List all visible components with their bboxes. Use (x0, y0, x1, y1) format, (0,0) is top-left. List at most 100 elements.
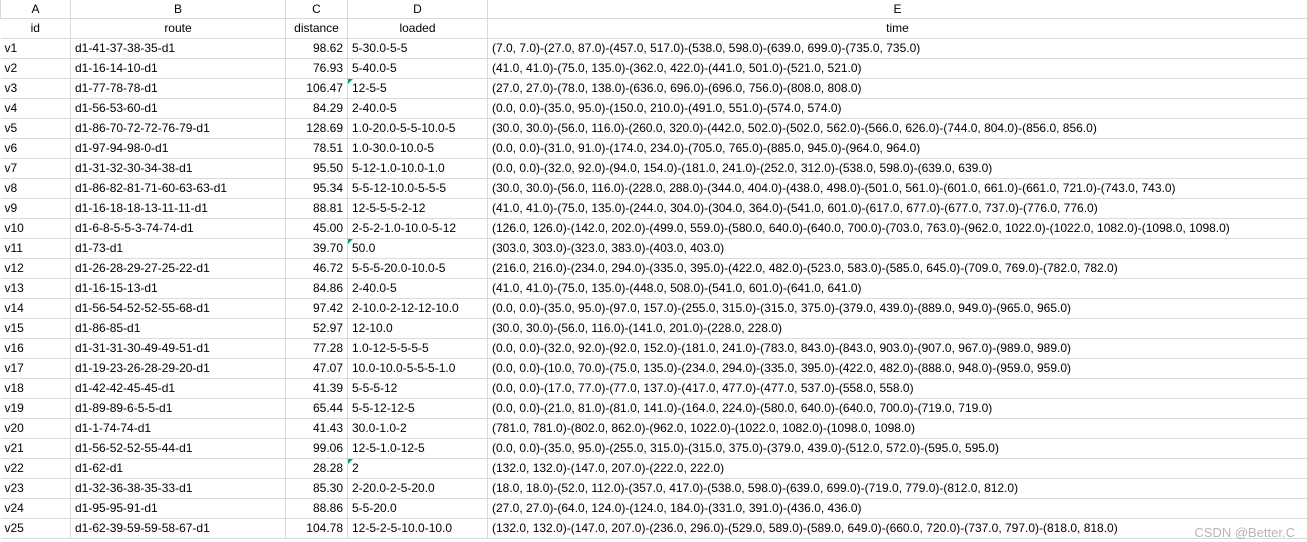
cell-loaded[interactable]: 5-5-5-20.0-10.0-5 (348, 258, 488, 278)
cell-route[interactable]: d1-62-39-59-59-58-67-d1 (71, 518, 286, 538)
cell-id[interactable]: v6 (1, 138, 71, 158)
cell-loaded[interactable]: 2-40.0-5 (348, 278, 488, 298)
cell-distance[interactable]: 28.28 (286, 458, 348, 478)
cell-time[interactable]: (0.0, 0.0)-(32.0, 92.0)-(94.0, 154.0)-(1… (488, 158, 1307, 178)
cell-distance[interactable]: 65.44 (286, 398, 348, 418)
cell-route[interactable]: d1-77-78-78-d1 (71, 78, 286, 98)
cell-time[interactable]: (30.0, 30.0)-(56.0, 116.0)-(228.0, 288.0… (488, 178, 1307, 198)
cell-route[interactable]: d1-6-8-5-5-3-74-74-d1 (71, 218, 286, 238)
cell-loaded[interactable]: 12-5-5 (348, 78, 488, 98)
cell-distance[interactable]: 84.86 (286, 278, 348, 298)
header-route[interactable]: route (71, 18, 286, 38)
cell-id[interactable]: v2 (1, 58, 71, 78)
cell-distance[interactable]: 52.97 (286, 318, 348, 338)
cell-route[interactable]: d1-56-53-60-d1 (71, 98, 286, 118)
header-id[interactable]: id (1, 18, 71, 38)
cell-time[interactable]: (27.0, 27.0)-(64.0, 124.0)-(124.0, 184.0… (488, 498, 1307, 518)
cell-time[interactable]: (41.0, 41.0)-(75.0, 135.0)-(244.0, 304.0… (488, 198, 1307, 218)
col-header-C[interactable]: C (286, 0, 348, 18)
cell-loaded[interactable]: 5-5-20.0 (348, 498, 488, 518)
cell-route[interactable]: d1-86-82-81-71-60-63-63-d1 (71, 178, 286, 198)
cell-route[interactable]: d1-89-89-6-5-5-d1 (71, 398, 286, 418)
cell-loaded[interactable]: 5-5-5-12 (348, 378, 488, 398)
cell-time[interactable]: (30.0, 30.0)-(56.0, 116.0)-(141.0, 201.0… (488, 318, 1307, 338)
header-loaded[interactable]: loaded (348, 18, 488, 38)
cell-time[interactable]: (132.0, 132.0)-(147.0, 207.0)-(222.0, 22… (488, 458, 1307, 478)
cell-route[interactable]: d1-42-42-45-45-d1 (71, 378, 286, 398)
cell-distance[interactable]: 47.07 (286, 358, 348, 378)
cell-distance[interactable]: 98.62 (286, 38, 348, 58)
cell-route[interactable]: d1-41-37-38-35-d1 (71, 38, 286, 58)
cell-loaded[interactable]: 5-5-12-12-5 (348, 398, 488, 418)
cell-time[interactable]: (7.0, 7.0)-(27.0, 87.0)-(457.0, 517.0)-(… (488, 38, 1307, 58)
cell-time[interactable]: (303.0, 303.0)-(323.0, 383.0)-(403.0, 40… (488, 238, 1307, 258)
cell-time[interactable]: (18.0, 18.0)-(52.0, 112.0)-(357.0, 417.0… (488, 478, 1307, 498)
cell-time[interactable]: (0.0, 0.0)-(10.0, 70.0)-(75.0, 135.0)-(2… (488, 358, 1307, 378)
cell-id[interactable]: v7 (1, 158, 71, 178)
cell-id[interactable]: v22 (1, 458, 71, 478)
cell-distance[interactable]: 128.69 (286, 118, 348, 138)
cell-route[interactable]: d1-16-18-18-13-11-11-d1 (71, 198, 286, 218)
cell-id[interactable]: v23 (1, 478, 71, 498)
cell-route[interactable]: d1-16-15-13-d1 (71, 278, 286, 298)
cell-id[interactable]: v8 (1, 178, 71, 198)
cell-loaded[interactable]: 12-5-5-5-2-12 (348, 198, 488, 218)
spreadsheet-table[interactable]: A B C D E id route distance loaded time … (0, 0, 1307, 539)
cell-route[interactable]: d1-86-70-72-72-76-79-d1 (71, 118, 286, 138)
cell-distance[interactable]: 88.86 (286, 498, 348, 518)
cell-distance[interactable]: 95.34 (286, 178, 348, 198)
col-header-E[interactable]: E (488, 0, 1307, 18)
cell-id[interactable]: v13 (1, 278, 71, 298)
cell-distance[interactable]: 39.70 (286, 238, 348, 258)
cell-route[interactable]: d1-86-85-d1 (71, 318, 286, 338)
cell-id[interactable]: v3 (1, 78, 71, 98)
cell-loaded[interactable]: 5-30.0-5-5 (348, 38, 488, 58)
cell-route[interactable]: d1-26-28-29-27-25-22-d1 (71, 258, 286, 278)
cell-route[interactable]: d1-1-74-74-d1 (71, 418, 286, 438)
cell-loaded[interactable]: 30.0-1.0-2 (348, 418, 488, 438)
cell-time[interactable]: (0.0, 0.0)-(32.0, 92.0)-(92.0, 152.0)-(1… (488, 338, 1307, 358)
cell-loaded[interactable]: 50.0 (348, 238, 488, 258)
cell-id[interactable]: v14 (1, 298, 71, 318)
cell-id[interactable]: v15 (1, 318, 71, 338)
cell-route[interactable]: d1-73-d1 (71, 238, 286, 258)
cell-distance[interactable]: 106.47 (286, 78, 348, 98)
cell-loaded[interactable]: 5-5-12-10.0-5-5-5 (348, 178, 488, 198)
col-header-A[interactable]: A (1, 0, 71, 18)
cell-time[interactable]: (0.0, 0.0)-(35.0, 95.0)-(97.0, 157.0)-(2… (488, 298, 1307, 318)
cell-id[interactable]: v24 (1, 498, 71, 518)
cell-route[interactable]: d1-19-23-26-28-29-20-d1 (71, 358, 286, 378)
cell-route[interactable]: d1-97-94-98-0-d1 (71, 138, 286, 158)
cell-time[interactable]: (0.0, 0.0)-(35.0, 95.0)-(255.0, 315.0)-(… (488, 438, 1307, 458)
cell-route[interactable]: d1-32-36-38-35-33-d1 (71, 478, 286, 498)
cell-distance[interactable]: 46.72 (286, 258, 348, 278)
cell-route[interactable]: d1-16-14-10-d1 (71, 58, 286, 78)
cell-time[interactable]: (0.0, 0.0)-(17.0, 77.0)-(77.0, 137.0)-(4… (488, 378, 1307, 398)
cell-id[interactable]: v19 (1, 398, 71, 418)
cell-loaded[interactable]: 2 (348, 458, 488, 478)
cell-id[interactable]: v16 (1, 338, 71, 358)
cell-loaded[interactable]: 12-5-2-5-10.0-10.0 (348, 518, 488, 538)
cell-route[interactable]: d1-31-31-30-49-49-51-d1 (71, 338, 286, 358)
cell-id[interactable]: v5 (1, 118, 71, 138)
cell-id[interactable]: v17 (1, 358, 71, 378)
cell-loaded[interactable]: 1.0-30.0-10.0-5 (348, 138, 488, 158)
cell-id[interactable]: v1 (1, 38, 71, 58)
cell-loaded[interactable]: 5-12-1.0-10.0-1.0 (348, 158, 488, 178)
col-header-B[interactable]: B (71, 0, 286, 18)
cell-distance[interactable]: 99.06 (286, 438, 348, 458)
cell-distance[interactable]: 84.29 (286, 98, 348, 118)
cell-time[interactable]: (30.0, 30.0)-(56.0, 116.0)-(260.0, 320.0… (488, 118, 1307, 138)
cell-id[interactable]: v21 (1, 438, 71, 458)
cell-distance[interactable]: 41.43 (286, 418, 348, 438)
cell-id[interactable]: v9 (1, 198, 71, 218)
cell-loaded[interactable]: 10.0-10.0-5-5-5-1.0 (348, 358, 488, 378)
col-header-D[interactable]: D (348, 0, 488, 18)
cell-distance[interactable]: 78.51 (286, 138, 348, 158)
cell-id[interactable]: v10 (1, 218, 71, 238)
cell-loaded[interactable]: 12-5-1.0-12-5 (348, 438, 488, 458)
cell-route[interactable]: d1-62-d1 (71, 458, 286, 478)
cell-time[interactable]: (0.0, 0.0)-(35.0, 95.0)-(150.0, 210.0)-(… (488, 98, 1307, 118)
header-time[interactable]: time (488, 18, 1307, 38)
cell-time[interactable]: (0.0, 0.0)-(21.0, 81.0)-(81.0, 141.0)-(1… (488, 398, 1307, 418)
